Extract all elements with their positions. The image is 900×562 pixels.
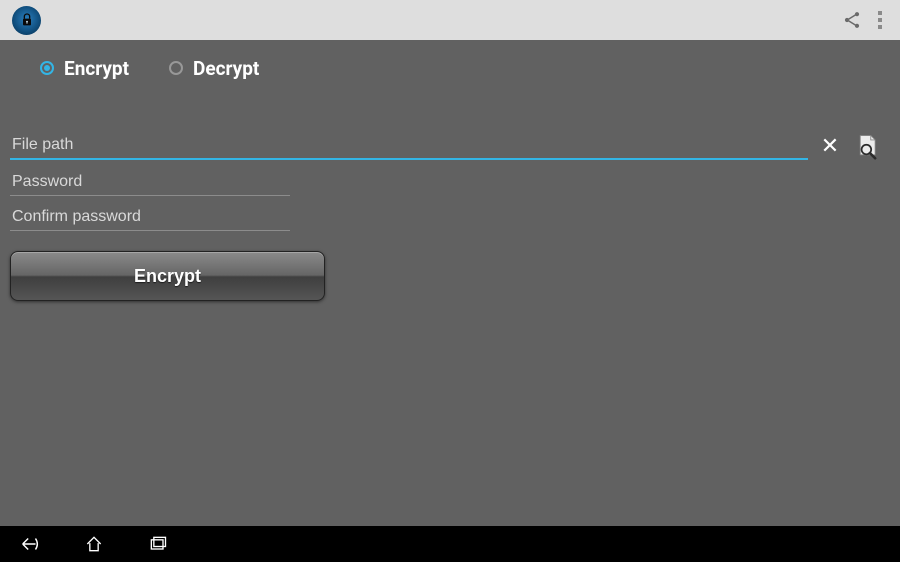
radio-decrypt-label: Decrypt: [193, 57, 259, 80]
encrypt-button[interactable]: Encrypt: [10, 251, 325, 301]
radio-indicator-icon: [40, 61, 54, 75]
nav-back-button[interactable]: [16, 530, 44, 558]
browse-file-button[interactable]: [854, 131, 884, 161]
form-area: ✕ Encrypt: [0, 86, 900, 301]
dot-icon: [878, 25, 882, 29]
radio-indicator-icon: [169, 61, 183, 75]
browse-file-icon: [855, 132, 883, 160]
main-content: Encrypt Decrypt ✕ Encrypt: [0, 40, 900, 526]
password-input[interactable]: [10, 169, 290, 196]
dot-icon: [878, 11, 882, 15]
overflow-menu-button[interactable]: [868, 5, 892, 35]
share-icon: [842, 10, 862, 30]
home-icon: [84, 534, 104, 554]
clear-file-button[interactable]: ✕: [818, 134, 842, 159]
mode-selector: Encrypt Decrypt: [0, 40, 900, 86]
action-bar: [0, 0, 900, 40]
lock-icon: [19, 12, 35, 28]
dot-icon: [878, 18, 882, 22]
nav-home-button[interactable]: [80, 530, 108, 558]
nav-recents-button[interactable]: [144, 530, 172, 558]
file-path-row: ✕: [10, 131, 890, 161]
app-lock-icon: [12, 6, 41, 35]
system-navbar: [0, 526, 900, 562]
share-button[interactable]: [836, 4, 868, 36]
radio-encrypt[interactable]: Encrypt: [40, 57, 129, 80]
radio-encrypt-label: Encrypt: [64, 57, 129, 80]
file-path-input[interactable]: [10, 132, 808, 160]
confirm-password-input[interactable]: [10, 204, 290, 231]
file-path-wrap: [10, 132, 808, 160]
back-icon: [19, 533, 41, 555]
recents-icon: [148, 534, 168, 554]
radio-decrypt[interactable]: Decrypt: [169, 57, 259, 80]
